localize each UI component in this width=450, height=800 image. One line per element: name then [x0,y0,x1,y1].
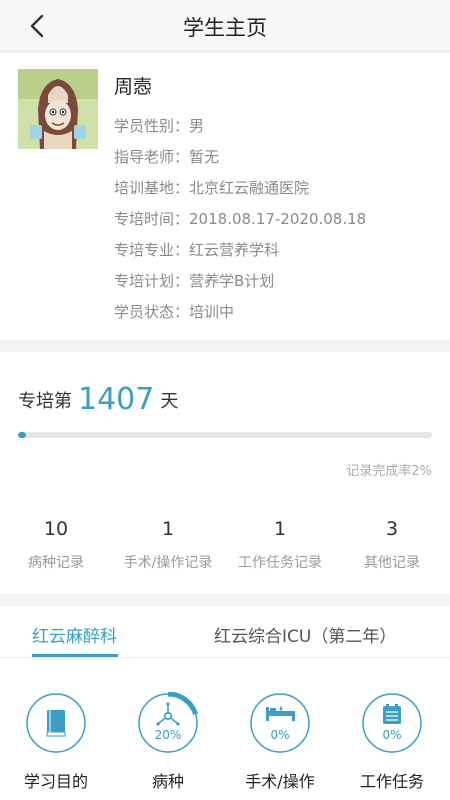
book-icon [26,693,86,753]
record-progress-bar [18,432,432,438]
info-row: 专培专业：红云营养学科 [114,239,279,260]
info-label: 学员性别： [114,117,190,135]
info-value: 北京红云融通医院 [189,179,310,197]
info-label: 专培计划： [114,272,190,290]
info-label: 专培时间： [114,210,190,228]
training-stats-card: 专培第 1407 天 记录完成率2% 10 病种记录 1 手术/操作记录 1 工作任务记录 3 其… [0,352,450,594]
info-value: 2018.08.17-2020.08.18 [189,210,367,228]
training-days: 专培第 1407 天 [18,382,178,417]
category-percent: 0% [270,728,290,742]
info-label: 培训基地： [114,179,190,197]
info-value: 营养学B计划 [189,272,275,290]
record-label: 其他记录 [364,555,420,571]
record-label: 病种记录 [28,555,84,571]
student-name: 周悫 [114,76,153,98]
info-row: 专培时间：2018.08.17-2020.08.18 [114,208,366,229]
record-stat[interactable]: 1 工作任务记录 [224,518,336,572]
record-label: 手术/操作记录 [123,555,213,571]
record-stat[interactable]: 3 其他记录 [336,518,448,572]
bed-icon [250,693,310,753]
completion-rate: 记录完成率2% [346,464,432,479]
molecule-icon [136,691,200,755]
info-label: 专培专业： [114,241,190,259]
days-suffix: 天 [160,391,179,412]
tabs-divider [0,657,450,658]
category-percent: 20% [154,728,182,742]
tab-anesthesiology[interactable]: 红云麻醉科 [32,622,117,647]
category-label: 病种 [151,772,184,791]
clipboard-icon [362,693,422,753]
avatar[interactable] [18,69,98,149]
category-surgery[interactable]: 0% 手术/操作 [224,692,336,792]
avatar-image [18,69,98,149]
category-label: 手术/操作 [245,772,315,791]
record-progress-fill [18,432,27,438]
info-row: 学员性别：男 [114,115,204,136]
profile-card: 周悫 学员性别：男 指导老师：暂无 培训基地：北京红云融通医院 专培时间：2018.0… [0,53,450,340]
category-diseases[interactable]: 20% 病种 [112,691,224,792]
days-prefix: 专培第 [18,391,72,412]
info-value: 男 [189,117,205,135]
info-row: 培训基地：北京红云融通医院 [114,177,309,198]
page-title: 学生主页 [183,16,267,40]
info-value: 红云营养学科 [189,241,280,259]
record-count: 1 [161,518,175,540]
info-row: 专培计划：营养学B计划 [114,270,274,291]
info-value: 暂无 [189,148,220,166]
category-label: 工作任务 [359,772,424,791]
days-count: 1407 [78,382,155,417]
info-value: 培训中 [189,303,235,321]
category-percent: 0% [382,728,402,742]
category-label: 学习目的 [23,772,88,791]
top-nav-bar: 学生主页 [0,0,450,52]
record-stat[interactable]: 1 手术/操作记录 [112,518,224,572]
info-label: 学员状态： [114,303,190,321]
record-count: 1 [273,518,287,540]
category-work-tasks[interactable]: 0% 工作任务 [336,692,448,792]
record-count: 3 [385,518,399,540]
record-label: 工作任务记录 [238,555,322,571]
info-row: 学员状态：培训中 [114,301,234,322]
info-row: 指导老师：暂无 [114,146,219,167]
tab-icu[interactable]: 红云综合ICU（第二年） [214,622,396,647]
record-stat[interactable]: 10 病种记录 [0,518,112,572]
record-count: 10 [43,518,69,540]
category-learning-goals[interactable]: 学习目的 [0,692,112,792]
info-label: 指导老师： [114,148,190,166]
department-panel: 红云麻醉科 红云综合ICU（第二年） 学习目的 20% 病种 0% 手术/操作 … [0,606,450,800]
